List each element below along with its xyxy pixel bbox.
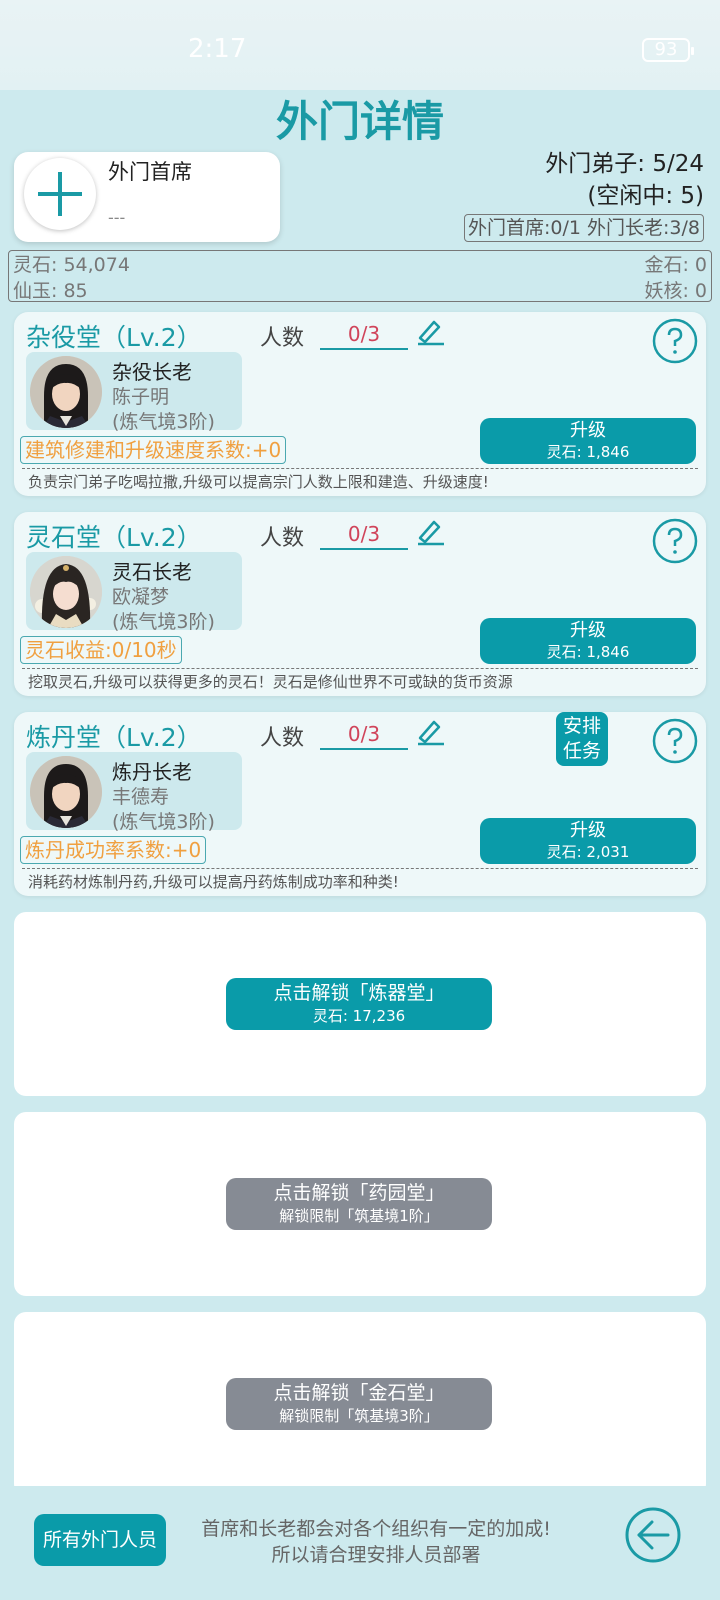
all-members-button[interactable]: 所有外门人员 [34, 1514, 166, 1566]
footer-tip-line: 首席和长老都会对各个组织有一定的加成! [201, 1518, 551, 1540]
hall-count: 0/3 [320, 320, 408, 350]
help-icon[interactable] [652, 318, 698, 364]
hall-count-label: 人数 [260, 526, 305, 551]
upgrade-button[interactable]: 升级 灵石: 1,846 [480, 618, 696, 664]
unlock-button[interactable]: 点击解锁「炼器堂」 灵石: 17,236 [226, 978, 492, 1030]
hall-card-zayi: 杂役堂（Lv.2） 人数 0/3 杂役长老 陈子明 (炼气境3阶) 建筑修建和升… [14, 312, 706, 496]
upgrade-label: 升级 [570, 420, 606, 441]
disciples-count: 外门弟子: 5/24 [545, 151, 704, 177]
edit-icon[interactable] [414, 314, 446, 346]
disciples-summary: 外门弟子: 5/24 (空闲中: 5) [545, 148, 704, 212]
hall-title: 灵石堂（Lv.2） [26, 523, 202, 552]
elder-realm: (炼气境3阶) [112, 611, 215, 633]
leaders-count: 外门首席:0/1 外门长老:3/8 [464, 214, 704, 242]
locked-hall-card: 点击解锁「炼器堂」 灵石: 17,236 [14, 912, 706, 1096]
hall-count: 0/3 [320, 520, 408, 550]
status-bar: 2:17 93 [0, 0, 720, 90]
locked-hall-card: 点击解锁「药园堂」 解锁限制「筑基境1阶」 [14, 1112, 706, 1296]
hall-bonus: 灵石收益:0/10秒 [20, 636, 182, 664]
elder-slot[interactable]: 杂役长老 陈子明 (炼气境3阶) [26, 352, 242, 433]
assign-task-button[interactable]: 安排任务 [556, 712, 608, 766]
elder-slot[interactable]: 灵石长老 欧凝梦 (炼气境3阶) [26, 552, 242, 633]
add-chief-icon[interactable] [24, 158, 96, 230]
unlock-label: 点击解锁「金石堂」 [273, 1382, 445, 1404]
edit-icon[interactable] [414, 514, 446, 546]
upgrade-cost: 灵石: 1,846 [546, 643, 630, 661]
hall-card-liandan: 炼丹堂（Lv.2） 人数 0/3 安排任务 炼丹长老 丰德寿 (炼气境3阶) 炼… [14, 712, 706, 896]
back-arrow-icon[interactable] [624, 1506, 682, 1564]
upgrade-cost: 灵石: 2,031 [546, 843, 630, 861]
elder-realm: (炼气境3阶) [112, 811, 215, 833]
unlock-requirement: 解锁限制「筑基境3阶」 [279, 1407, 439, 1425]
resource-jinshi: 金石: 0 [644, 254, 707, 276]
hall-title: 炼丹堂（Lv.2） [26, 723, 202, 752]
help-icon[interactable] [652, 518, 698, 564]
hall-bonus: 炼丹成功率系数:+0 [20, 836, 207, 864]
status-time: 2:17 [188, 34, 247, 64]
hall-count-label: 人数 [260, 726, 305, 751]
elder-role: 炼丹长老 [112, 760, 192, 784]
unlock-requirement: 解锁限制「筑基境1阶」 [279, 1207, 439, 1225]
footer-tip: 首席和长老都会对各个组织有一定的加成! 所以请合理安排人员部署 [176, 1516, 576, 1568]
unlock-label: 点击解锁「炼器堂」 [273, 982, 445, 1004]
hall-description: 挖取灵石,升级可以获得更多的灵石！灵石是修仙世界不可或缺的货币资源 [22, 668, 698, 692]
upgrade-cost: 灵石: 1,846 [546, 443, 630, 461]
upgrade-button[interactable]: 升级 灵石: 2,031 [480, 818, 696, 864]
disciples-idle: (空闲中: 5) [587, 183, 704, 209]
hall-count: 0/3 [320, 720, 408, 750]
elder-name: 欧凝梦 [112, 586, 170, 608]
edit-icon[interactable] [414, 714, 446, 746]
hall-description: 负责宗门弟子吃喝拉撒,升级可以提高宗门人数上限和建造、升级速度! [22, 468, 698, 492]
chief-slot[interactable]: 外门首席 --- [14, 152, 280, 242]
footer-bar: 所有外门人员 首席和长老都会对各个组织有一定的加成! 所以请合理安排人员部署 [0, 1486, 720, 1600]
elder-role: 杂役长老 [112, 360, 192, 384]
hall-description: 消耗药材炼制丹药,升级可以提高丹药炼制成功率和种类! [22, 868, 698, 892]
unlock-button[interactable]: 点击解锁「药园堂」 解锁限制「筑基境1阶」 [226, 1178, 492, 1230]
battery-icon: 93 [642, 38, 694, 62]
upgrade-label: 升级 [570, 820, 606, 841]
page-title: 外门详情 [275, 97, 444, 146]
elder-avatar [30, 356, 102, 428]
hall-title: 杂役堂（Lv.2） [26, 323, 202, 352]
unlock-button[interactable]: 点击解锁「金石堂」 解锁限制「筑基境3阶」 [226, 1378, 492, 1430]
elder-avatar [30, 556, 102, 628]
unlock-cost: 灵石: 17,236 [312, 1007, 406, 1025]
unlock-label: 点击解锁「药园堂」 [273, 1182, 445, 1204]
elder-slot[interactable]: 炼丹长老 丰德寿 (炼气境3阶) [26, 752, 242, 833]
hall-bonus: 建筑修建和升级速度系数:+0 [20, 436, 287, 464]
resource-xianyu: 仙玉: 85 [13, 280, 88, 302]
help-icon[interactable] [652, 718, 698, 764]
elder-name: 陈子明 [112, 386, 170, 408]
elder-realm: (炼气境3阶) [112, 411, 215, 433]
elder-role: 灵石长老 [112, 560, 192, 584]
elder-name: 丰德寿 [112, 786, 170, 808]
chief-name: --- [108, 208, 126, 227]
resources-panel: 灵石: 54,074 金石: 0 仙玉: 85 妖核: 0 [8, 250, 712, 302]
resource-lingshi: 灵石: 54,074 [13, 254, 130, 276]
elder-avatar [30, 756, 102, 828]
locked-hall-card: 点击解锁「金石堂」 解锁限制「筑基境3阶」 [14, 1312, 706, 1496]
chief-title: 外门首席 [108, 160, 192, 184]
hall-card-lingshi: 灵石堂（Lv.2） 人数 0/3 灵石长老 欧凝梦 (炼气境3阶) 灵石收益:0… [14, 512, 706, 696]
upgrade-button[interactable]: 升级 灵石: 1,846 [480, 418, 696, 464]
upgrade-label: 升级 [570, 620, 606, 641]
hall-count-label: 人数 [260, 326, 305, 351]
resource-yaohe: 妖核: 0 [644, 280, 707, 302]
footer-tip-line: 所以请合理安排人员部署 [271, 1544, 481, 1566]
